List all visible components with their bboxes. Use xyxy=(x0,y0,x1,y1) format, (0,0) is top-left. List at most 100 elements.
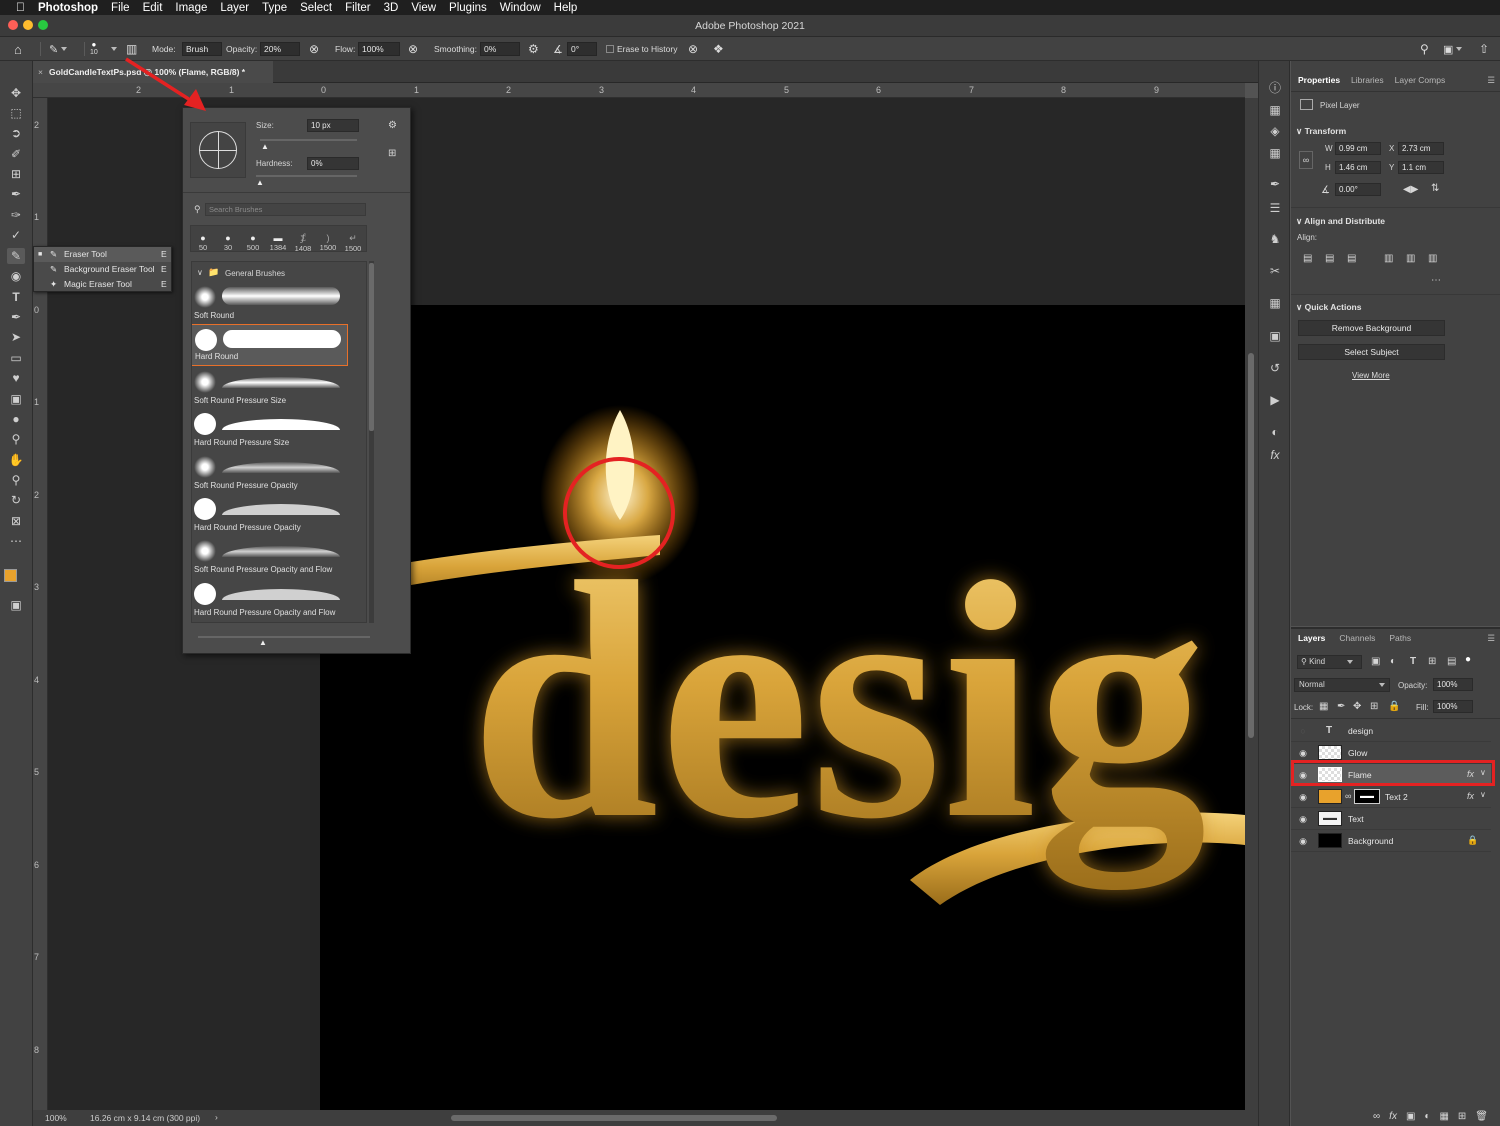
align-bottom-icon[interactable]: ▥ xyxy=(1428,253,1437,264)
y-field[interactable]: 1.1 cm xyxy=(1398,161,1444,174)
more-tools-icon[interactable]: ⋯ xyxy=(7,533,25,549)
tab-layer-comps[interactable]: Layer Comps xyxy=(1395,75,1446,85)
flip-vertical-icon[interactable]: ⇅ xyxy=(1431,183,1439,194)
visibility-off-icon[interactable]: ○ xyxy=(1297,725,1309,737)
brush-folder-label[interactable]: General Brushes xyxy=(225,269,285,278)
tool-presets-icon[interactable]: ✂ xyxy=(1267,263,1283,279)
brush-preset-item[interactable]: Hard Round Pressure Opacity xyxy=(192,494,348,536)
clone-source-icon[interactable]: ♞ xyxy=(1267,231,1283,247)
tab-channels[interactable]: Channels xyxy=(1339,633,1375,643)
menu-select[interactable]: Select xyxy=(300,2,332,14)
erase-to-history-checkbox[interactable]: Erase to History xyxy=(606,37,677,61)
menu-layer[interactable]: Layer xyxy=(220,2,249,14)
navigator-icon[interactable]: ▣ xyxy=(1267,328,1283,344)
layer-row-background[interactable]: ◉ Background 🔒 xyxy=(1291,830,1491,852)
folder-expand-chevron-icon[interactable]: ∨ xyxy=(197,268,203,277)
brush-preset-item[interactable]: Hard Round Pressure Size xyxy=(192,409,348,451)
horizontal-scroll-thumb[interactable] xyxy=(451,1115,777,1121)
brush-preset-item[interactable]: Soft Round Pressure Size xyxy=(192,367,348,409)
path-select-tool-icon[interactable]: ➤ xyxy=(7,329,25,345)
menu-file[interactable]: File xyxy=(111,2,130,14)
airbrush-icon[interactable]: ⊗ xyxy=(408,37,418,61)
adjustments-icon[interactable]: ☰ xyxy=(1267,200,1283,216)
menu-view[interactable]: View xyxy=(411,2,436,14)
lock-all-icon[interactable]: 🔒 xyxy=(1388,701,1400,712)
layer-lock-icon[interactable]: 🔒 xyxy=(1467,835,1478,846)
flyout-item-eraser-tool[interactable]: ■ ✎ Eraser Tool E xyxy=(34,247,171,262)
adjustment-layer-icon[interactable]: ◐ xyxy=(1424,1111,1430,1122)
close-tab-icon[interactable]: × xyxy=(38,67,43,77)
foreground-color-swatch[interactable] xyxy=(4,569,17,582)
blur-tool-icon[interactable]: ● xyxy=(7,411,25,427)
visibility-eye-icon[interactable]: ◉ xyxy=(1297,747,1309,759)
recent-brush-preset[interactable]: ) 1500 xyxy=(317,233,339,257)
visibility-eye-icon[interactable]: ◉ xyxy=(1297,791,1309,803)
filter-smart-object-icon[interactable]: ▤ xyxy=(1447,656,1456,667)
x-field[interactable]: 2.73 cm xyxy=(1398,142,1444,155)
recent-brush-preset[interactable]: ● 50 xyxy=(192,233,214,257)
hardness-slider-track[interactable] xyxy=(256,175,357,177)
styles-icon[interactable]: ◐ xyxy=(1267,424,1283,440)
layer-row-text-2[interactable]: ◉ ∞ ▬▬ Text 2 fx ∨ xyxy=(1291,786,1491,808)
dodge-tool-icon[interactable]: ⚲ xyxy=(7,431,25,447)
recent-brush-preset[interactable]: ⨋ 1408 xyxy=(292,233,314,257)
actions-play-icon[interactable]: ▶ xyxy=(1267,392,1283,408)
angle-field[interactable]: 0° xyxy=(567,37,597,61)
align-middle-icon[interactable]: ▥ xyxy=(1406,253,1415,264)
pressure-size-icon[interactable]: ⊗ xyxy=(688,37,698,61)
brush-angle-preview[interactable] xyxy=(190,122,246,178)
pressure-opacity-icon[interactable]: ⊗ xyxy=(309,37,319,61)
brush-preset-item[interactable]: Soft Round Pressure Opacity and Flow xyxy=(192,536,348,578)
link-layers-icon[interactable]: ∞ xyxy=(1373,1111,1380,1122)
size-slider-thumb[interactable]: ▲ xyxy=(261,142,269,151)
fill-field[interactable]: 100% xyxy=(1433,700,1473,713)
mode-select[interactable]: Brush xyxy=(182,37,222,61)
brush-list-scroll-thumb[interactable] xyxy=(369,263,374,431)
menu-edit[interactable]: Edit xyxy=(143,2,163,14)
select-subject-button[interactable]: Select Subject xyxy=(1298,344,1445,360)
expand-effects-chevron-icon[interactable]: ∨ xyxy=(1480,790,1486,799)
zoom-level[interactable]: 100% xyxy=(45,1113,67,1123)
view-more-link[interactable]: View More xyxy=(1352,371,1390,380)
align-center-icon[interactable]: ▤ xyxy=(1325,253,1334,264)
align-top-icon[interactable]: ▥ xyxy=(1384,253,1393,264)
menu-3d[interactable]: 3D xyxy=(384,2,399,14)
workspace-icon[interactable]: ▣ xyxy=(1443,37,1463,61)
smoothing-field[interactable]: 0% xyxy=(480,37,520,61)
menu-window[interactable]: Window xyxy=(500,2,541,14)
crop-tool-icon[interactable]: ⊞ xyxy=(7,166,25,182)
rotation-field[interactable]: 0.00° xyxy=(1335,183,1381,196)
menu-type[interactable]: Type xyxy=(262,2,287,14)
rotate-view-tool-icon[interactable]: ↻ xyxy=(7,492,25,508)
brush-preset-item[interactable]: Hard Round xyxy=(192,324,348,367)
document-canvas[interactable]: desig desig xyxy=(320,305,1245,1110)
history-brush-tool-icon[interactable]: ▣ xyxy=(7,391,25,407)
marquee-tool-icon[interactable]: ⬚ xyxy=(7,105,25,121)
quick-select-tool-icon[interactable]: ✐ xyxy=(7,146,25,162)
healing-brush-tool-icon[interactable]: ✑ xyxy=(7,207,25,223)
layer-mask-thumbnail[interactable]: ▬▬ xyxy=(1354,789,1380,804)
lock-pixels-icon[interactable]: ✒ xyxy=(1337,701,1345,712)
flyout-item-background-eraser[interactable]: ✎ Background Eraser Tool E xyxy=(34,262,171,277)
recent-brush-preset[interactable]: ▬ 1384 xyxy=(267,233,289,257)
fx-icon[interactable]: fx xyxy=(1267,447,1283,463)
more-options-icon[interactable]: ⋯ xyxy=(1431,275,1441,286)
brush-preset-item[interactable]: Soft Round xyxy=(192,282,348,324)
tab-libraries[interactable]: Libraries xyxy=(1351,75,1384,85)
screen-mode-icon[interactable]: ▣ xyxy=(7,597,25,613)
new-layer-icon[interactable]: ⊞ xyxy=(1458,1111,1466,1122)
smoothing-options-gear-icon[interactable]: ⚙ xyxy=(528,37,539,61)
width-field[interactable]: 0.99 cm xyxy=(1335,142,1381,155)
align-right-icon[interactable]: ▤ xyxy=(1347,253,1356,264)
lasso-tool-icon[interactable]: ➲ xyxy=(7,125,25,141)
zoom-tool-icon[interactable]: ⚲ xyxy=(7,472,25,488)
hardness-slider-thumb[interactable]: ▲ xyxy=(256,178,264,187)
visibility-eye-icon[interactable]: ◉ xyxy=(1297,835,1309,847)
hand-tool-icon[interactable]: ✋ xyxy=(7,452,25,468)
filter-toggle-icon[interactable]: ● xyxy=(1465,654,1471,665)
lock-artboard-icon[interactable]: ⊞ xyxy=(1370,701,1378,712)
menu-image[interactable]: Image xyxy=(175,2,207,14)
recent-brush-preset[interactable]: ↵ 1500 xyxy=(342,233,364,257)
menu-help[interactable]: Help xyxy=(554,2,578,14)
3d-icon[interactable]: ◈ xyxy=(1267,123,1283,139)
